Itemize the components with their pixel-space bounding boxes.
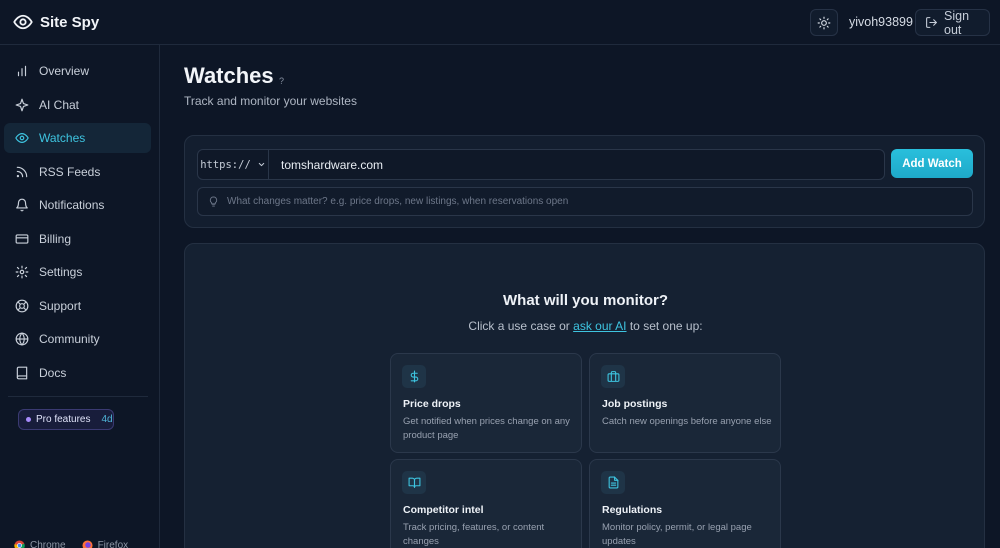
use-case-title: Price drops (403, 398, 461, 410)
chrome-extension-link[interactable]: Chrome (14, 540, 66, 548)
pro-dot-icon (26, 417, 31, 422)
monitor-subtitle-pre: Click a use case or (468, 319, 574, 333)
sidebar-item-billing[interactable]: Billing (4, 224, 151, 254)
sign-out-label: Sign out (944, 8, 970, 37)
use-case-desc: Catch new openings before anyone else (602, 416, 772, 427)
use-case-price-drops[interactable]: Price drops Get notified when prices cha… (390, 353, 582, 453)
use-case-title: Job postings (602, 398, 668, 410)
bell-icon (15, 198, 29, 212)
url-input[interactable] (269, 150, 884, 179)
lifebuoy-icon (15, 299, 29, 313)
use-case-regulations[interactable]: Regulations Monitor policy, permit, or l… (589, 459, 781, 548)
pro-features-badge[interactable]: Pro features 4d (18, 409, 114, 430)
sidebar-item-label: Watches (39, 131, 86, 145)
sidebar-item-label: Billing (39, 231, 72, 246)
page-title: Watches (184, 63, 274, 88)
sidebar-item-label: Docs (39, 365, 67, 380)
sidebar-item-overview[interactable]: Overview (4, 56, 151, 86)
sidebar-item-label: RSS Feeds (39, 164, 101, 179)
sidebar-item-notifications[interactable]: Notifications (4, 190, 151, 220)
monitor-subtitle: Click a use case or ask our AI to set on… (185, 319, 986, 333)
sidebar-divider (8, 396, 148, 397)
use-case-title: Regulations (602, 504, 663, 516)
sparkle-icon (15, 98, 29, 112)
sidebar-item-support[interactable]: Support (4, 291, 151, 321)
browser-extensions: Chrome Firefox (14, 540, 128, 548)
sidebar-item-settings[interactable]: Settings (4, 257, 151, 287)
use-case-desc: Get notified when prices change on any p… (403, 416, 570, 441)
use-case-desc: Track pricing, features, or content chan… (403, 522, 545, 547)
lightbulb-icon (208, 196, 219, 207)
use-case-panel: What will you monitor? Click a use case … (184, 243, 985, 548)
chrome-label: Chrome (30, 540, 66, 548)
sidebar-item-label: Settings (39, 265, 83, 279)
theme-toggle-button[interactable] (810, 9, 838, 36)
sign-out-icon (925, 16, 938, 29)
dollar-icon (402, 365, 426, 388)
open-book-icon (402, 471, 426, 494)
brand[interactable]: Site Spy (13, 12, 99, 32)
sidebar-item-label: Community (39, 332, 100, 346)
top-bar: Site Spy yivoh93899 Sign out (0, 0, 1000, 45)
eye-logo-icon (13, 12, 33, 32)
sign-out-button[interactable]: Sign out (915, 8, 990, 37)
eye-icon (15, 131, 29, 145)
url-field-group: https:// (197, 149, 885, 180)
page-subtitle: Track and monitor your websites (184, 94, 357, 108)
pro-days-left: 4d (101, 414, 113, 425)
bar-chart-icon (15, 64, 29, 78)
sidebar-item-label: Notifications (39, 198, 105, 212)
firefox-label: Firefox (97, 540, 129, 548)
sidebar-item-docs[interactable]: Docs (4, 358, 151, 388)
protocol-select[interactable]: https:// (198, 150, 269, 179)
use-case-job-postings[interactable]: Job postings Catch new openings before a… (589, 353, 781, 453)
use-case-desc: Monitor policy, permit, or legal page up… (602, 522, 752, 547)
help-icon[interactable]: ? (279, 76, 284, 86)
monitor-title: What will you monitor? (503, 292, 668, 309)
sidebar-item-rss-feeds[interactable]: RSS Feeds (4, 157, 151, 187)
sidebar-item-watches[interactable]: Watches (4, 123, 151, 153)
credit-card-icon (15, 232, 29, 246)
sidebar-item-ai-chat[interactable]: AI Chat (4, 90, 151, 120)
document-icon (601, 471, 625, 494)
sidebar: Overview AI Chat Watches RSS Feeds Notif… (0, 45, 160, 548)
sidebar-item-label: Overview (39, 64, 90, 78)
sidebar-item-label: AI Chat (39, 97, 80, 112)
firefox-extension-link[interactable]: Firefox (82, 540, 129, 548)
briefcase-icon (601, 365, 625, 388)
changes-field-group (197, 187, 973, 216)
main-content: Watches ? Track and monitor your website… (160, 45, 1000, 548)
add-watch-button[interactable]: Add Watch (891, 149, 973, 178)
firefox-icon (82, 540, 93, 548)
sidebar-item-community[interactable]: Community (4, 324, 151, 354)
sidebar-item-label: Support (39, 298, 82, 313)
add-watch-form: https:// Add Watch (184, 135, 985, 228)
book-icon (15, 366, 29, 380)
app-name: Site Spy (40, 13, 100, 31)
chevron-down-icon (257, 160, 266, 169)
ask-ai-link[interactable]: ask our AI (573, 319, 626, 333)
monitor-subtitle-post: to set one up: (626, 319, 703, 333)
gear-icon (15, 265, 29, 279)
chrome-icon (14, 540, 25, 548)
use-case-competitor-intel[interactable]: Competitor intel Track pricing, features… (390, 459, 582, 548)
use-case-title: Competitor intel (403, 504, 484, 516)
pro-features-label: Pro features (36, 414, 91, 425)
protocol-value: https:// (200, 158, 251, 171)
sun-icon (817, 16, 831, 30)
username: yivoh93899 (849, 15, 913, 29)
sidebar-nav: Overview AI Chat Watches RSS Feeds Notif… (4, 56, 151, 391)
rss-icon (15, 165, 29, 179)
changes-input[interactable] (227, 196, 972, 207)
globe-icon (15, 332, 29, 346)
